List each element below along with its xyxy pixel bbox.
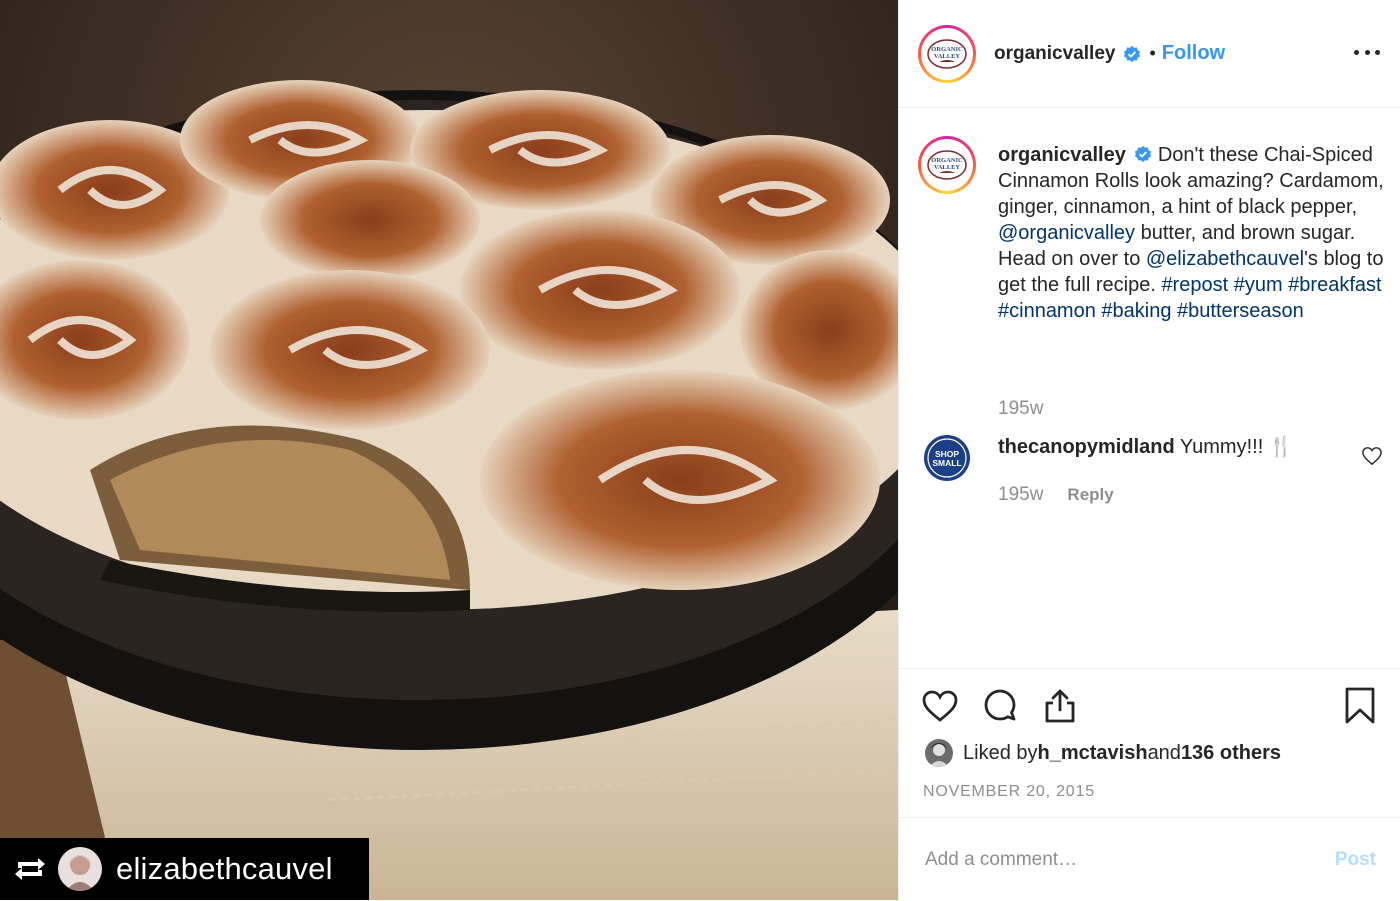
comment-input[interactable] [923, 847, 1307, 872]
svg-text:ORGANIC: ORGANIC [931, 157, 963, 164]
comments-section[interactable]: ORGANIC VALLEY organicvalley Don't these… [899, 108, 1400, 668]
hashtag-link[interactable]: #breakfast [1288, 274, 1381, 296]
shop-small-logo: SHOP SMALL [924, 435, 970, 481]
cinnamon-rolls-image [0, 0, 898, 900]
more-options-icon[interactable] [1354, 41, 1380, 63]
post-caption: organicvalley Don't these Chai-Spiced Ci… [998, 142, 1388, 324]
svg-text:ORGANIC: ORGANIC [931, 46, 963, 53]
post-date[interactable]: NOVEMBER 20, 2015 [923, 783, 1095, 801]
comment-body: thecanopymidland Yummy!!! 🍴 [998, 434, 1294, 460]
repost-credit-tag[interactable]: elizabethcauvel [0, 838, 369, 900]
post-photo[interactable]: elizabethcauvel [0, 0, 898, 900]
hashtag-link[interactable]: #cinnamon [998, 300, 1096, 322]
liked-by-prefix: Liked by [963, 741, 1038, 764]
caption-timestamp[interactable]: 195w [998, 398, 1043, 420]
organic-valley-logo: ORGANIC VALLEY [927, 150, 967, 180]
verified-badge-icon [1134, 145, 1151, 163]
mention-link[interactable]: @organicvalley [998, 222, 1135, 244]
repost-username[interactable]: elizabethcauvel [116, 851, 333, 887]
reply-button[interactable]: Reply [1067, 485, 1113, 505]
post-header: ORGANIC VALLEY organicvalley • Follow [899, 0, 1400, 108]
caption-author-avatar[interactable]: ORGANIC VALLEY [918, 136, 976, 194]
hashtag-link[interactable]: #yum [1234, 274, 1283, 296]
organic-valley-logo: ORGANIC VALLEY [927, 38, 967, 69]
author-avatar[interactable]: ORGANIC VALLEY [918, 24, 976, 83]
instagram-post: elizabethcauvel ORGANIC VALLEY organicva… [0, 0, 1400, 900]
repost-icon [8, 849, 52, 889]
mention-link[interactable]: @elizabethcauvel [1146, 248, 1304, 270]
bookmark-icon[interactable] [1341, 687, 1379, 725]
verified-badge-icon [1124, 45, 1141, 62]
author-username[interactable]: organicvalley [994, 43, 1115, 65]
separator-dot: • [1149, 43, 1156, 63]
hashtag-link[interactable]: #baking [1101, 300, 1171, 322]
commenter-username[interactable]: thecanopymidland [998, 436, 1175, 458]
hashtag-link[interactable]: #repost [1161, 274, 1228, 296]
commenter-avatar[interactable]: SHOP SMALL [923, 434, 971, 482]
post-actions: Liked by h_mctavish and 136 others NOVEM… [899, 668, 1400, 818]
repost-user-avatar [58, 847, 102, 891]
liked-by-others[interactable]: 136 others [1181, 742, 1281, 765]
post-sidebar: ORGANIC VALLEY organicvalley • Follow OR… [898, 0, 1400, 900]
comment-like-icon[interactable] [1361, 446, 1383, 466]
comment-text: Yummy!!! 🍴 [1179, 436, 1294, 458]
add-comment-bar: Post [899, 817, 1400, 901]
hashtag-link[interactable]: #butterseason [1177, 300, 1304, 322]
caption-username[interactable]: organicvalley [998, 144, 1126, 166]
heart-icon[interactable] [921, 687, 959, 725]
comment-meta: 195w Reply [998, 484, 1114, 506]
svg-text:VALLEY: VALLEY [934, 164, 961, 171]
liked-by-user[interactable]: h_mctavish [1038, 742, 1148, 765]
liker-avatar[interactable] [925, 739, 953, 767]
follow-button[interactable]: Follow [1162, 42, 1225, 65]
likes-summary[interactable]: Liked by h_mctavish and 136 others [925, 739, 1281, 767]
liked-by-middle: and [1147, 741, 1181, 764]
svg-text:VALLEY: VALLEY [934, 53, 961, 60]
avatar-text: SMALL [932, 458, 961, 468]
comment-timestamp[interactable]: 195w [998, 484, 1043, 506]
comment-icon[interactable] [981, 687, 1019, 725]
post-comment-button[interactable]: Post [1335, 849, 1376, 871]
share-icon[interactable] [1041, 687, 1079, 725]
